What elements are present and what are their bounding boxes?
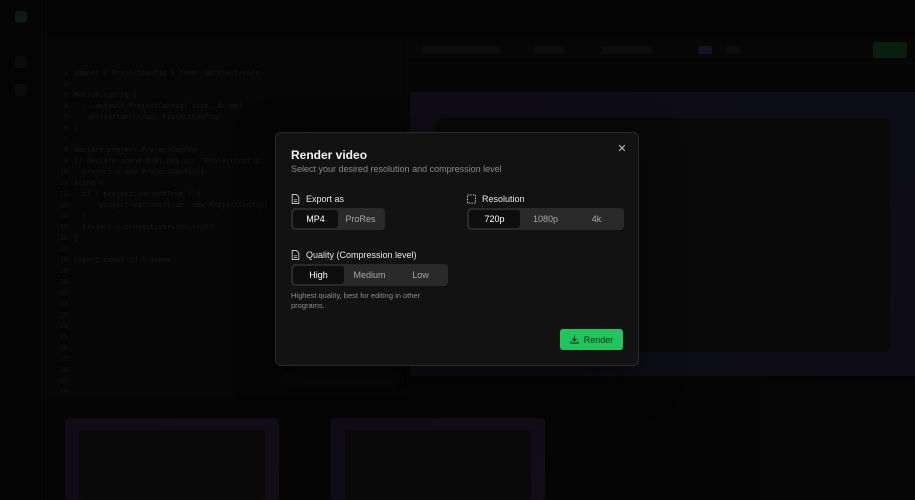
quality-label: Quality (Compression level) (306, 250, 417, 260)
resolution-label: Resolution (482, 194, 525, 204)
file-icon (291, 194, 300, 204)
download-icon (570, 335, 579, 344)
export-option-prores[interactable]: ProRes (338, 210, 383, 228)
quality-label-row: Quality (Compression level) (291, 250, 417, 260)
close-icon[interactable]: ✕ (615, 142, 629, 156)
quality-segment: High Medium Low (291, 264, 448, 286)
quality-hint: Highest quality, best for editing in oth… (291, 291, 421, 310)
dialog-subtitle: Select your desired resolution and compr… (291, 164, 502, 174)
file-icon (291, 250, 300, 260)
export-label: Export as (306, 194, 345, 204)
resolution-option-4k[interactable]: 4k (571, 210, 622, 228)
render-button-label: Render (583, 334, 614, 345)
quality-option-medium[interactable]: Medium (344, 266, 395, 284)
resolution-segment: 720p 1080p 4k (467, 208, 624, 230)
quality-option-low[interactable]: Low (395, 266, 446, 284)
export-option-mp4[interactable]: MP4 (293, 210, 338, 228)
app-window: 1234567891011121314151617181920212223242… (0, 0, 915, 500)
render-video-dialog: Render video Select your desired resolut… (275, 132, 639, 366)
dialog-title: Render video (291, 148, 368, 162)
quality-option-high[interactable]: High (293, 266, 344, 284)
resolution-option-720p[interactable]: 720p (469, 210, 520, 228)
export-format-segment: MP4 ProRes (291, 208, 385, 230)
resolution-option-1080p[interactable]: 1080p (520, 210, 571, 228)
render-button[interactable]: Render (560, 329, 623, 350)
dashed-square-icon (467, 194, 476, 204)
resolution-label-row: Resolution (467, 194, 525, 204)
export-label-row: Export as (291, 194, 344, 204)
